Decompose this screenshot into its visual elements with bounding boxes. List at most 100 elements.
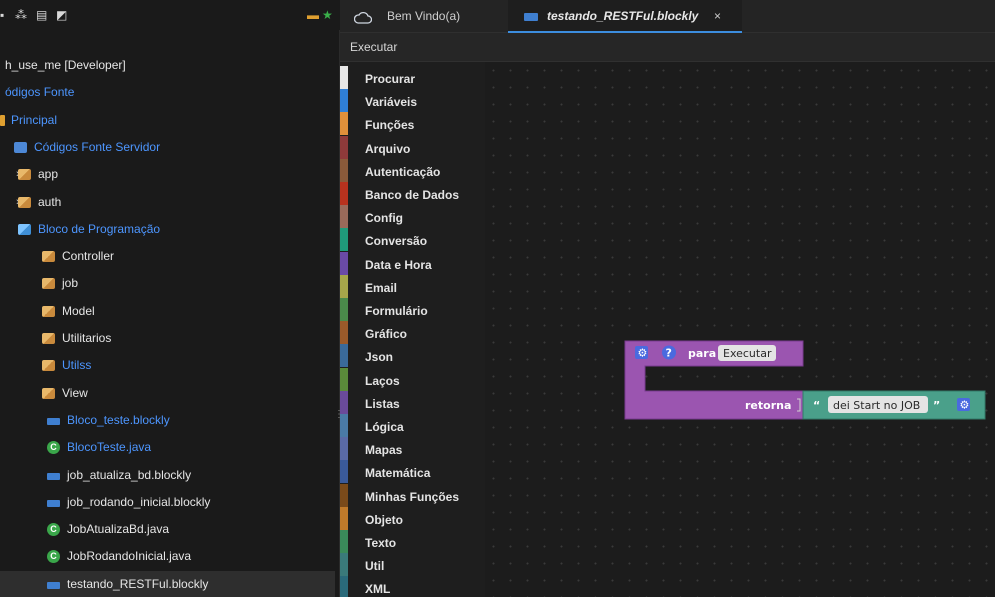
blockly-file-icon — [47, 472, 60, 480]
category-color-swatch — [340, 460, 348, 484]
tree-item[interactable]: ›Model — [0, 298, 335, 325]
run-button[interactable]: Executar — [350, 40, 397, 54]
package-icon — [18, 169, 31, 181]
category-label: Objeto — [365, 512, 403, 527]
category-color-swatch — [340, 530, 348, 553]
string-value-text: dei Start no JOB — [833, 399, 920, 412]
toolbox-category[interactable]: Json — [340, 344, 485, 368]
folder-icon — [0, 114, 5, 126]
tree-item-label: JobRodandoInicial.java — [67, 549, 192, 564]
toolbox-category[interactable]: Config — [340, 205, 485, 229]
toolbox-category[interactable]: Texto — [340, 530, 485, 553]
toolbox-category[interactable]: Procurar — [340, 66, 485, 89]
toolbox-category[interactable]: Variáveis — [340, 89, 485, 113]
tree-item[interactable]: C BlocoTeste.java — [0, 434, 335, 461]
java-class-icon: C — [47, 523, 60, 537]
blockly-toolbox: Procurar Variáveis Funções Arquivo Autentica… — [340, 62, 485, 597]
tree-item-label: View — [62, 385, 88, 400]
tree-item[interactable]: ⌄Bloco de Programação — [0, 216, 335, 243]
toolbox-category[interactable]: Data e Hora — [340, 251, 485, 275]
category-label: Procurar — [365, 72, 416, 86]
toolbox-category[interactable]: Objeto — [340, 506, 485, 530]
blockly-file-icon — [47, 417, 60, 425]
tree-item[interactable]: ›job — [0, 270, 335, 297]
folder-open-icon[interactable]: ◩ — [56, 9, 68, 21]
server-icon — [14, 141, 27, 153]
tree-item[interactable]: ›Controller — [0, 243, 335, 270]
tree-item[interactable]: job_atualiza_bd.blockly — [0, 462, 335, 489]
category-color-swatch — [340, 483, 348, 507]
category-label: Minhas Funções — [365, 489, 460, 504]
help-icon: ? — [666, 347, 672, 360]
toolbox-category[interactable]: Lógica — [340, 414, 485, 437]
tree-item[interactable]: ›app — [0, 161, 335, 188]
tree-item[interactable]: ódigos Fonte — [0, 79, 335, 106]
function-definition-block[interactable]: ⚙ ? para Executar retorna “ dei Start no… — [624, 340, 986, 420]
toolbox-category[interactable]: Arquivo — [340, 135, 485, 159]
toolbox-category[interactable]: Listas — [340, 390, 485, 414]
pin-icon[interactable]: ▬ — [307, 9, 319, 21]
tree-item[interactable]: C JobAtualizaBd.java — [0, 516, 335, 543]
tab-blockly-file[interactable]: testando_RESTFul.blockly × — [508, 0, 742, 33]
editor-tabbar: Bem Vindo(a) testando_RESTFul.blockly × — [340, 0, 995, 33]
category-color-swatch — [340, 89, 348, 113]
blockly-workspace[interactable]: ⚙ ? para Executar retorna “ dei Start no… — [485, 62, 995, 597]
toolbox-category[interactable]: Gráfico — [340, 321, 485, 345]
tree-item[interactable]: C JobRodandoInicial.java — [0, 543, 335, 570]
toolbox-category[interactable]: Formulário — [340, 298, 485, 321]
category-label: Formulário — [365, 304, 428, 318]
toolbox-category[interactable]: Banco de Dados — [340, 182, 485, 205]
toolbox-category[interactable]: XML — [340, 576, 485, 597]
category-color-swatch — [340, 228, 348, 252]
toolbox-category[interactable]: Matemática — [340, 460, 485, 484]
tree-item[interactable]: Bloco_teste.blockly — [0, 407, 335, 434]
toolbox-category[interactable]: Minhas Funções — [340, 483, 485, 507]
package-icon — [42, 360, 55, 372]
tree-item-label: ódigos Fonte — [5, 85, 75, 100]
hierarchy-icon[interactable]: ⁂ — [15, 9, 27, 21]
star-icon[interactable]: ★ — [322, 9, 334, 21]
toolbox-category[interactable]: Util — [340, 553, 485, 577]
function-name-text: Executar — [723, 347, 772, 360]
category-label: Texto — [365, 536, 397, 550]
category-label: Email — [365, 280, 398, 295]
tree-item[interactable]: Principal — [0, 107, 335, 134]
tree-item[interactable]: Códigos Fonte Servidor — [0, 134, 335, 161]
toolbox-category[interactable]: Mapas — [340, 437, 485, 461]
cloud-icon — [354, 11, 372, 24]
open-quote: “ — [813, 399, 820, 412]
category-label: Laços — [365, 373, 400, 388]
splitter-handle[interactable]: ⋮ — [334, 410, 344, 423]
toolbox-category[interactable]: Funções — [340, 112, 485, 136]
function-keyword: para — [688, 347, 716, 360]
tree-item[interactable]: ›Utilss — [0, 352, 335, 379]
tree-item-label: Utilitarios — [62, 331, 112, 345]
toolbox-category[interactable]: Email — [340, 274, 485, 298]
tab-welcome[interactable]: Bem Vindo(a) — [340, 0, 500, 33]
editor-toolbar: Executar — [340, 33, 995, 62]
tree-item-label: app — [38, 167, 59, 182]
tree-item-label: Bloco de Programação — [38, 221, 161, 236]
tree-item[interactable]: ›auth — [0, 189, 335, 216]
category-label: Config — [365, 211, 403, 226]
package-icon — [42, 333, 55, 344]
toolbox-category[interactable]: Conversão — [340, 228, 485, 252]
category-label: Funções — [365, 118, 415, 133]
database-icon[interactable]: ▤ — [36, 9, 48, 21]
tab-label: testando_RESTFul.blockly — [547, 9, 699, 23]
category-label: Conversão — [365, 234, 428, 249]
package-icon — [42, 278, 55, 290]
tree-item[interactable]: h_use_me [Developer] — [0, 52, 335, 79]
close-icon[interactable]: × — [714, 0, 721, 33]
category-color-swatch — [340, 414, 348, 437]
tree-item[interactable]: testando_RESTFul.blockly — [0, 570, 335, 597]
blockly-file-icon — [47, 581, 60, 589]
tree-item-label: job_rodando_inicial.blockly — [67, 494, 211, 509]
toolbox-category[interactable]: Laços — [340, 367, 485, 391]
tree-item[interactable]: ›View — [0, 380, 335, 407]
toolbox-category[interactable]: Autenticação — [340, 158, 485, 182]
tree-item[interactable]: job_rodando_inicial.blockly — [0, 489, 335, 516]
tree-item[interactable]: ›Utilitarios — [0, 325, 335, 352]
category-label: Json — [365, 350, 394, 365]
category-color-swatch — [340, 205, 348, 229]
